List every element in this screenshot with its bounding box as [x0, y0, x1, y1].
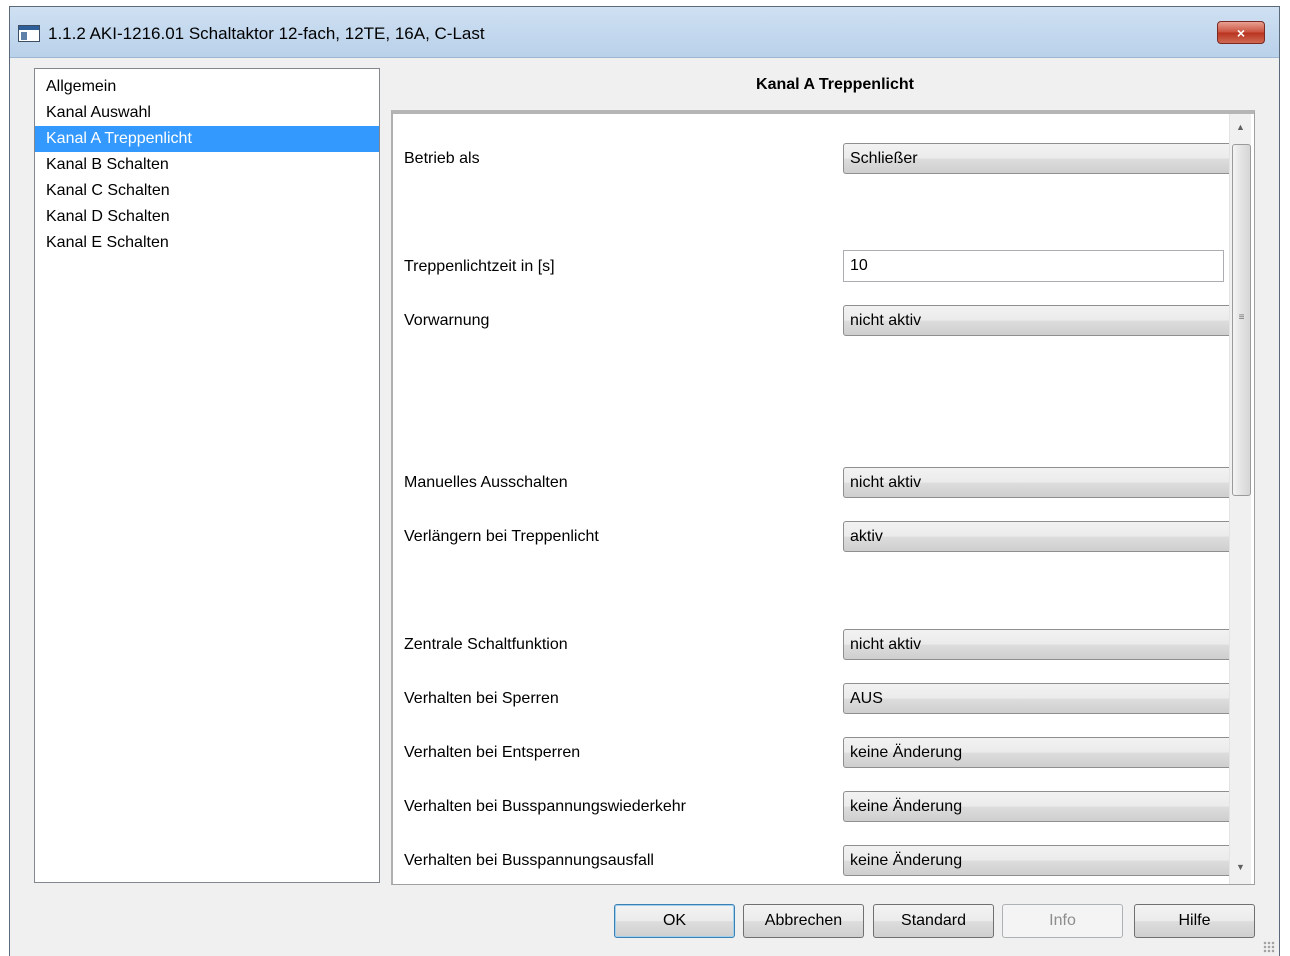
- verhalten-sperren-select[interactable]: AUS: [843, 683, 1229, 714]
- resize-grip-icon[interactable]: [1263, 941, 1275, 953]
- manuelles-ausschalten-select[interactable]: nicht aktiv: [843, 467, 1229, 498]
- label-verhalten-bei-entsperren: Verhalten bei Entsperren: [404, 744, 581, 761]
- nav-item-kanal-c-schalten[interactable]: Kanal C Schalten: [35, 178, 379, 204]
- nav-item-kanal-a-treppenlicht[interactable]: Kanal A Treppenlicht: [35, 126, 379, 152]
- label-vorwarnung: Vorwarnung: [404, 312, 490, 329]
- label-verlaengern-bei-treppenlicht: Verlängern bei Treppenlicht: [404, 528, 599, 545]
- desktop-background-left: [0, 0, 9, 956]
- page-title: Kanal A Treppenlicht: [756, 76, 914, 93]
- window-title: 1.1.2 AKI-1216.01 Schaltaktor 12-fach, 1…: [48, 24, 485, 43]
- close-icon: ×: [1236, 24, 1246, 41]
- vertical-scrollbar[interactable]: ▲ ≡ ▼: [1229, 114, 1251, 884]
- parameter-panel: Betrieb als Schließer Treppenlichtzeit i…: [391, 110, 1255, 885]
- verhalten-ausfall-select[interactable]: keine Änderung: [843, 845, 1229, 876]
- nav-item-allgemein[interactable]: Allgemein: [35, 74, 379, 100]
- nav-item-kanal-d-schalten[interactable]: Kanal D Schalten: [35, 204, 379, 230]
- abbrechen-button[interactable]: Abbrechen: [743, 904, 864, 938]
- scrollbar-thumb[interactable]: ≡: [1232, 144, 1251, 496]
- vorwarnung-select[interactable]: nicht aktiv: [843, 305, 1229, 336]
- verlaengern-select[interactable]: aktiv: [843, 521, 1229, 552]
- nav-item-kanal-b-schalten[interactable]: Kanal B Schalten: [35, 152, 379, 178]
- betrieb-als-select[interactable]: Schließer: [843, 143, 1229, 174]
- hilfe-button[interactable]: Hilfe: [1134, 904, 1255, 938]
- label-betrieb-als: Betrieb als: [404, 150, 480, 167]
- label-treppenlichtzeit: Treppenlichtzeit in [s]: [404, 258, 555, 275]
- label-manuelles-ausschalten: Manuelles Ausschalten: [404, 474, 568, 491]
- info-button[interactable]: Info: [1002, 904, 1123, 938]
- label-zentrale-schaltfunktion: Zentrale Schaltfunktion: [404, 636, 568, 653]
- scrollbar-grip-icon: ≡: [1238, 312, 1245, 323]
- parameter-page-list: Allgemein Kanal Auswahl Kanal A Treppenl…: [34, 68, 380, 883]
- application-icon: [18, 25, 40, 42]
- nav-item-kanal-auswahl[interactable]: Kanal Auswahl: [35, 100, 379, 126]
- zentrale-schaltfunktion-select[interactable]: nicht aktiv: [843, 629, 1229, 660]
- scroll-up-arrow-icon[interactable]: ▲: [1230, 118, 1251, 136]
- label-verhalten-bei-sperren: Verhalten bei Sperren: [404, 690, 559, 707]
- standard-button[interactable]: Standard: [873, 904, 994, 938]
- treppenlichtzeit-input[interactable]: 10: [843, 250, 1224, 282]
- verhalten-entsperren-select[interactable]: keine Änderung: [843, 737, 1229, 768]
- label-verhalten-bei-busspannungswiederkehr: Verhalten bei Busspannungswiederkehr: [404, 798, 686, 815]
- parameter-list: Betrieb als Schließer Treppenlichtzeit i…: [393, 114, 1229, 884]
- label-verhalten-bei-busspannungsausfall: Verhalten bei Busspannungsausfall: [404, 852, 654, 869]
- nav-item-kanal-e-schalten[interactable]: Kanal E Schalten: [35, 230, 379, 256]
- parameter-dialog: 1.1.2 AKI-1216.01 Schaltaktor 12-fach, 1…: [9, 6, 1280, 956]
- scroll-down-arrow-icon[interactable]: ▼: [1230, 858, 1251, 876]
- dialog-client-area: Allgemein Kanal Auswahl Kanal A Treppenl…: [10, 58, 1279, 956]
- close-button[interactable]: ×: [1217, 21, 1265, 44]
- verhalten-wiederkehr-select[interactable]: keine Änderung: [843, 791, 1229, 822]
- ok-button[interactable]: OK: [614, 904, 735, 938]
- title-bar[interactable]: 1.1.2 AKI-1216.01 Schaltaktor 12-fach, 1…: [10, 7, 1279, 58]
